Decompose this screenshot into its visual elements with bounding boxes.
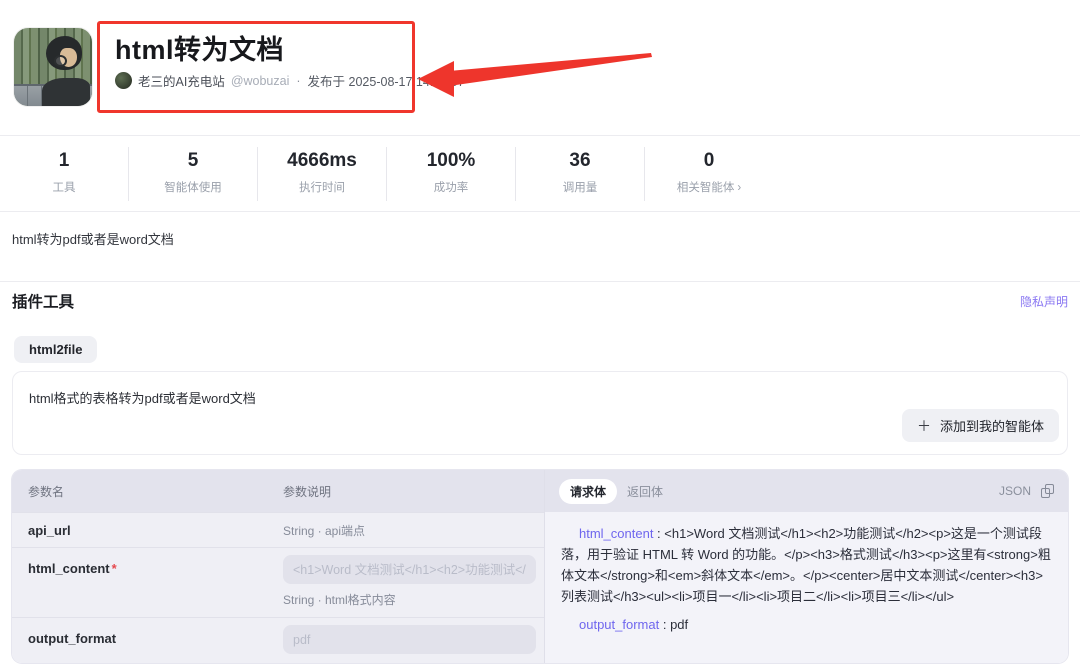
author-name[interactable]: 老三的AI充电站 <box>138 71 225 90</box>
author-handle[interactable]: @wobuzai <box>231 74 290 88</box>
stat-agents-using: 5 智能体使用 <box>128 147 257 201</box>
param-name: output_format <box>28 631 117 646</box>
json-value: pdf <box>670 617 689 632</box>
request-panel-header: 请求体 返回体 JSON <box>545 470 1068 512</box>
page-title: html转为文档 <box>115 35 284 65</box>
param-name: api_url <box>28 522 71 538</box>
plus-icon: ＋ <box>916 417 931 434</box>
avatar-person-glasses <box>54 55 67 67</box>
stat-value: 36 <box>569 150 591 171</box>
param-name: html_content <box>28 561 110 576</box>
stat-label: 成功率 <box>433 182 469 194</box>
divider <box>0 135 1080 136</box>
json-key: output_format <box>579 617 660 632</box>
stat-value: 100% <box>426 150 476 171</box>
table-row-output-format: output_format String · 输出格式(pdf或者是word，默… <box>12 617 544 663</box>
parameters-header-row: 参数名 参数说明 <box>12 470 544 512</box>
json-separator: : <box>659 617 671 632</box>
section-title: 插件工具 <box>12 294 75 311</box>
author-meta: 老三的AI充电站 @wobuzai · 发布于 2025-08-17 14:04… <box>115 71 465 90</box>
plugin-avatar-image <box>14 28 92 106</box>
json-key: html_content <box>579 526 654 541</box>
request-entry-output-format: output_format : pdf <box>561 614 1052 635</box>
author-avatar <box>115 72 132 90</box>
request-body-content: html_content : <h1>Word 文档测试</h1><h2>功能测… <box>545 512 1068 653</box>
stat-value: 1 <box>58 150 70 171</box>
stat-value: 5 <box>187 150 199 171</box>
stat-label: 调用量 <box>562 182 598 194</box>
required-asterisk: * <box>111 561 117 576</box>
tab-request-body[interactable]: 请求体 <box>559 478 618 504</box>
stat-label: 智能体使用 <box>164 182 222 194</box>
plugin-description: html转为pdf或者是word文档 <box>12 232 174 247</box>
stat-call-volume: 36 调用量 <box>515 147 644 201</box>
add-button-label: 添加到我的智能体 <box>939 419 1044 434</box>
tool-card: html格式的表格转为pdf或者是word文档 ＋ 添加到我的智能体 <box>12 371 1068 455</box>
parameter-table: 参数名 参数说明 api_url String · api端点 html_con… <box>12 470 1068 663</box>
copy-icon[interactable] <box>1041 484 1054 498</box>
stat-related-agents[interactable]: 0 相关智能体 › <box>644 147 773 201</box>
json-format-label[interactable]: JSON <box>999 484 1031 498</box>
stat-label: 执行时间 <box>299 182 345 194</box>
request-entry-html-content: html_content : <h1>Word 文档测试</h1><h2>功能测… <box>561 523 1052 607</box>
privacy-statement-link[interactable]: 隐私声明 <box>1020 293 1068 310</box>
column-header-param-desc: 参数说明 <box>283 484 332 499</box>
stat-label: 工具 <box>52 182 76 194</box>
json-separator: : <box>653 526 665 541</box>
stat-label: 相关智能体 › <box>676 182 742 194</box>
param-type-desc: String · api端点 <box>283 523 366 538</box>
parameters-panel: 参数名 参数说明 api_url String · api端点 html_con… <box>12 470 545 663</box>
stat-success-rate: 100% 成功率 <box>386 147 515 201</box>
tool-tag-html2file[interactable]: html2file <box>14 336 98 363</box>
divider <box>0 211 1080 212</box>
chevron-right-icon: › <box>737 182 742 194</box>
meta-dot: · <box>296 73 301 88</box>
stat-value: 0 <box>703 150 715 171</box>
output-format-input[interactable] <box>283 625 536 654</box>
publish-time: 发布于 2025-08-17 14:04:57 <box>307 75 465 90</box>
stat-exec-time: 4666ms 执行时间 <box>257 147 386 201</box>
tool-description: html格式的表格转为pdf或者是word文档 <box>29 391 256 406</box>
column-header-param-name: 参数名 <box>28 484 65 499</box>
avatar-person-body <box>42 78 90 106</box>
add-to-my-agents-button[interactable]: ＋ 添加到我的智能体 <box>901 409 1059 442</box>
stat-tools: 1 工具 <box>0 147 128 201</box>
stat-value: 4666ms <box>287 150 357 171</box>
stats-bar: 1 工具 5 智能体使用 4666ms 执行时间 100% 成功率 36 调用量… <box>0 147 773 201</box>
html-content-input[interactable] <box>283 555 536 584</box>
plugin-tools-section-header: 插件工具 隐私声明 <box>12 290 1068 312</box>
request-panel: 请求体 返回体 JSON html_content : <h1>Word 文档测… <box>545 470 1068 663</box>
table-row-html-content: html_content* String · html格式内容 <box>12 547 544 617</box>
tab-response-body[interactable]: 返回体 <box>627 483 663 500</box>
param-type-desc: String · html格式内容 <box>283 593 396 607</box>
table-row-api-url: api_url String · api端点 <box>12 512 544 547</box>
param-type-desc: String · 输出格式(pdf或者是word，默认: pdf) <box>283 661 536 663</box>
annotation-box: html转为文档 老三的AI充电站 @wobuzai · 发布于 2025-08… <box>97 21 465 113</box>
divider <box>0 281 1080 282</box>
